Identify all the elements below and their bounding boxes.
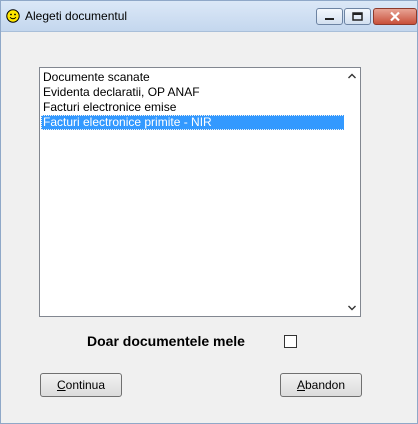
restore-icon	[352, 12, 363, 21]
abandon-label: bandon	[304, 378, 346, 392]
document-type-list[interactable]: Documente scanate Evidenta declaratii, O…	[39, 67, 361, 317]
vertical-scrollbar[interactable]	[344, 68, 360, 316]
list-item[interactable]: Documente scanate	[41, 70, 345, 85]
close-icon	[390, 11, 400, 22]
maximize-button[interactable]	[344, 8, 371, 25]
list-item-selected[interactable]: Facturi electronice primite - NIR	[41, 115, 345, 130]
abandon-button[interactable]: Abandon	[280, 373, 362, 397]
smiley-icon	[6, 9, 20, 23]
minimize-button[interactable]	[316, 8, 343, 25]
scroll-up-icon[interactable]	[344, 68, 360, 84]
my-documents-label: Doar documentele mele	[87, 333, 245, 349]
list-item[interactable]: Evidenta declaratii, OP ANAF	[41, 85, 345, 100]
dialog-window: Alegeti documentul Documente scanate Evi…	[0, 0, 418, 424]
my-documents-checkbox[interactable]	[284, 335, 297, 348]
close-button[interactable]	[373, 8, 417, 25]
scroll-down-icon[interactable]	[344, 300, 360, 316]
title-bar[interactable]: Alegeti documentul	[1, 1, 417, 32]
list-item[interactable]: Facturi electronice emise	[41, 100, 345, 115]
window-title: Alegeti documentul	[25, 9, 128, 23]
continue-label: ontinua	[65, 378, 106, 392]
continue-hotkey: C	[56, 378, 66, 392]
minimize-icon	[325, 18, 334, 20]
abandon-hotkey: A	[296, 378, 305, 392]
continue-button[interactable]: Continua	[40, 373, 122, 397]
